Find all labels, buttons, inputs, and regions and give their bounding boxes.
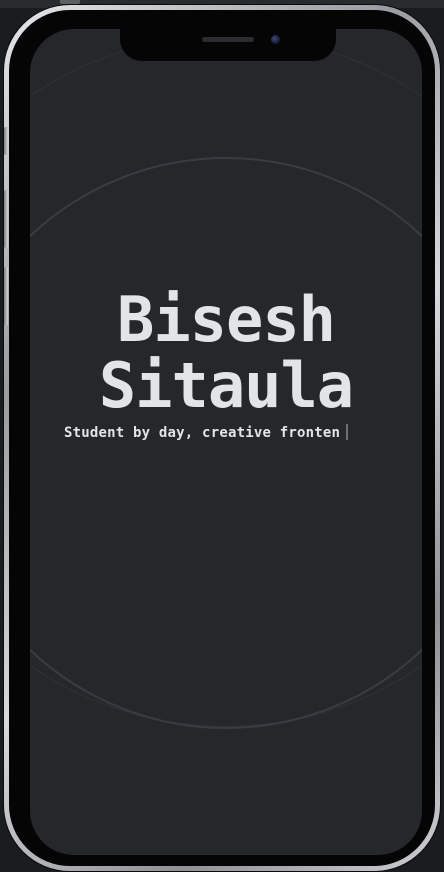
front-camera-icon	[271, 35, 280, 44]
tagline-text: Student by day, creative fronten	[64, 425, 341, 441]
phone-mockup: Bisesh Sitaula Student by day, creative …	[4, 5, 440, 871]
hero-first-name: Bisesh	[117, 283, 336, 356]
cropped-top-text	[60, 0, 80, 4]
decorative-circle	[30, 157, 422, 729]
speaker-grille	[202, 37, 254, 42]
typing-caret-icon	[346, 424, 349, 440]
volume-down-button	[4, 267, 8, 325]
phone-notch	[120, 29, 336, 61]
silent-switch	[4, 127, 8, 155]
hero-last-name: Sitaula	[98, 349, 354, 422]
phone-screen: Bisesh Sitaula Student by day, creative …	[30, 29, 422, 855]
hero-name: Bisesh Sitaula	[30, 287, 422, 419]
typing-tagline: Student by day, creative fronten	[64, 424, 404, 442]
volume-up-button	[4, 190, 8, 248]
